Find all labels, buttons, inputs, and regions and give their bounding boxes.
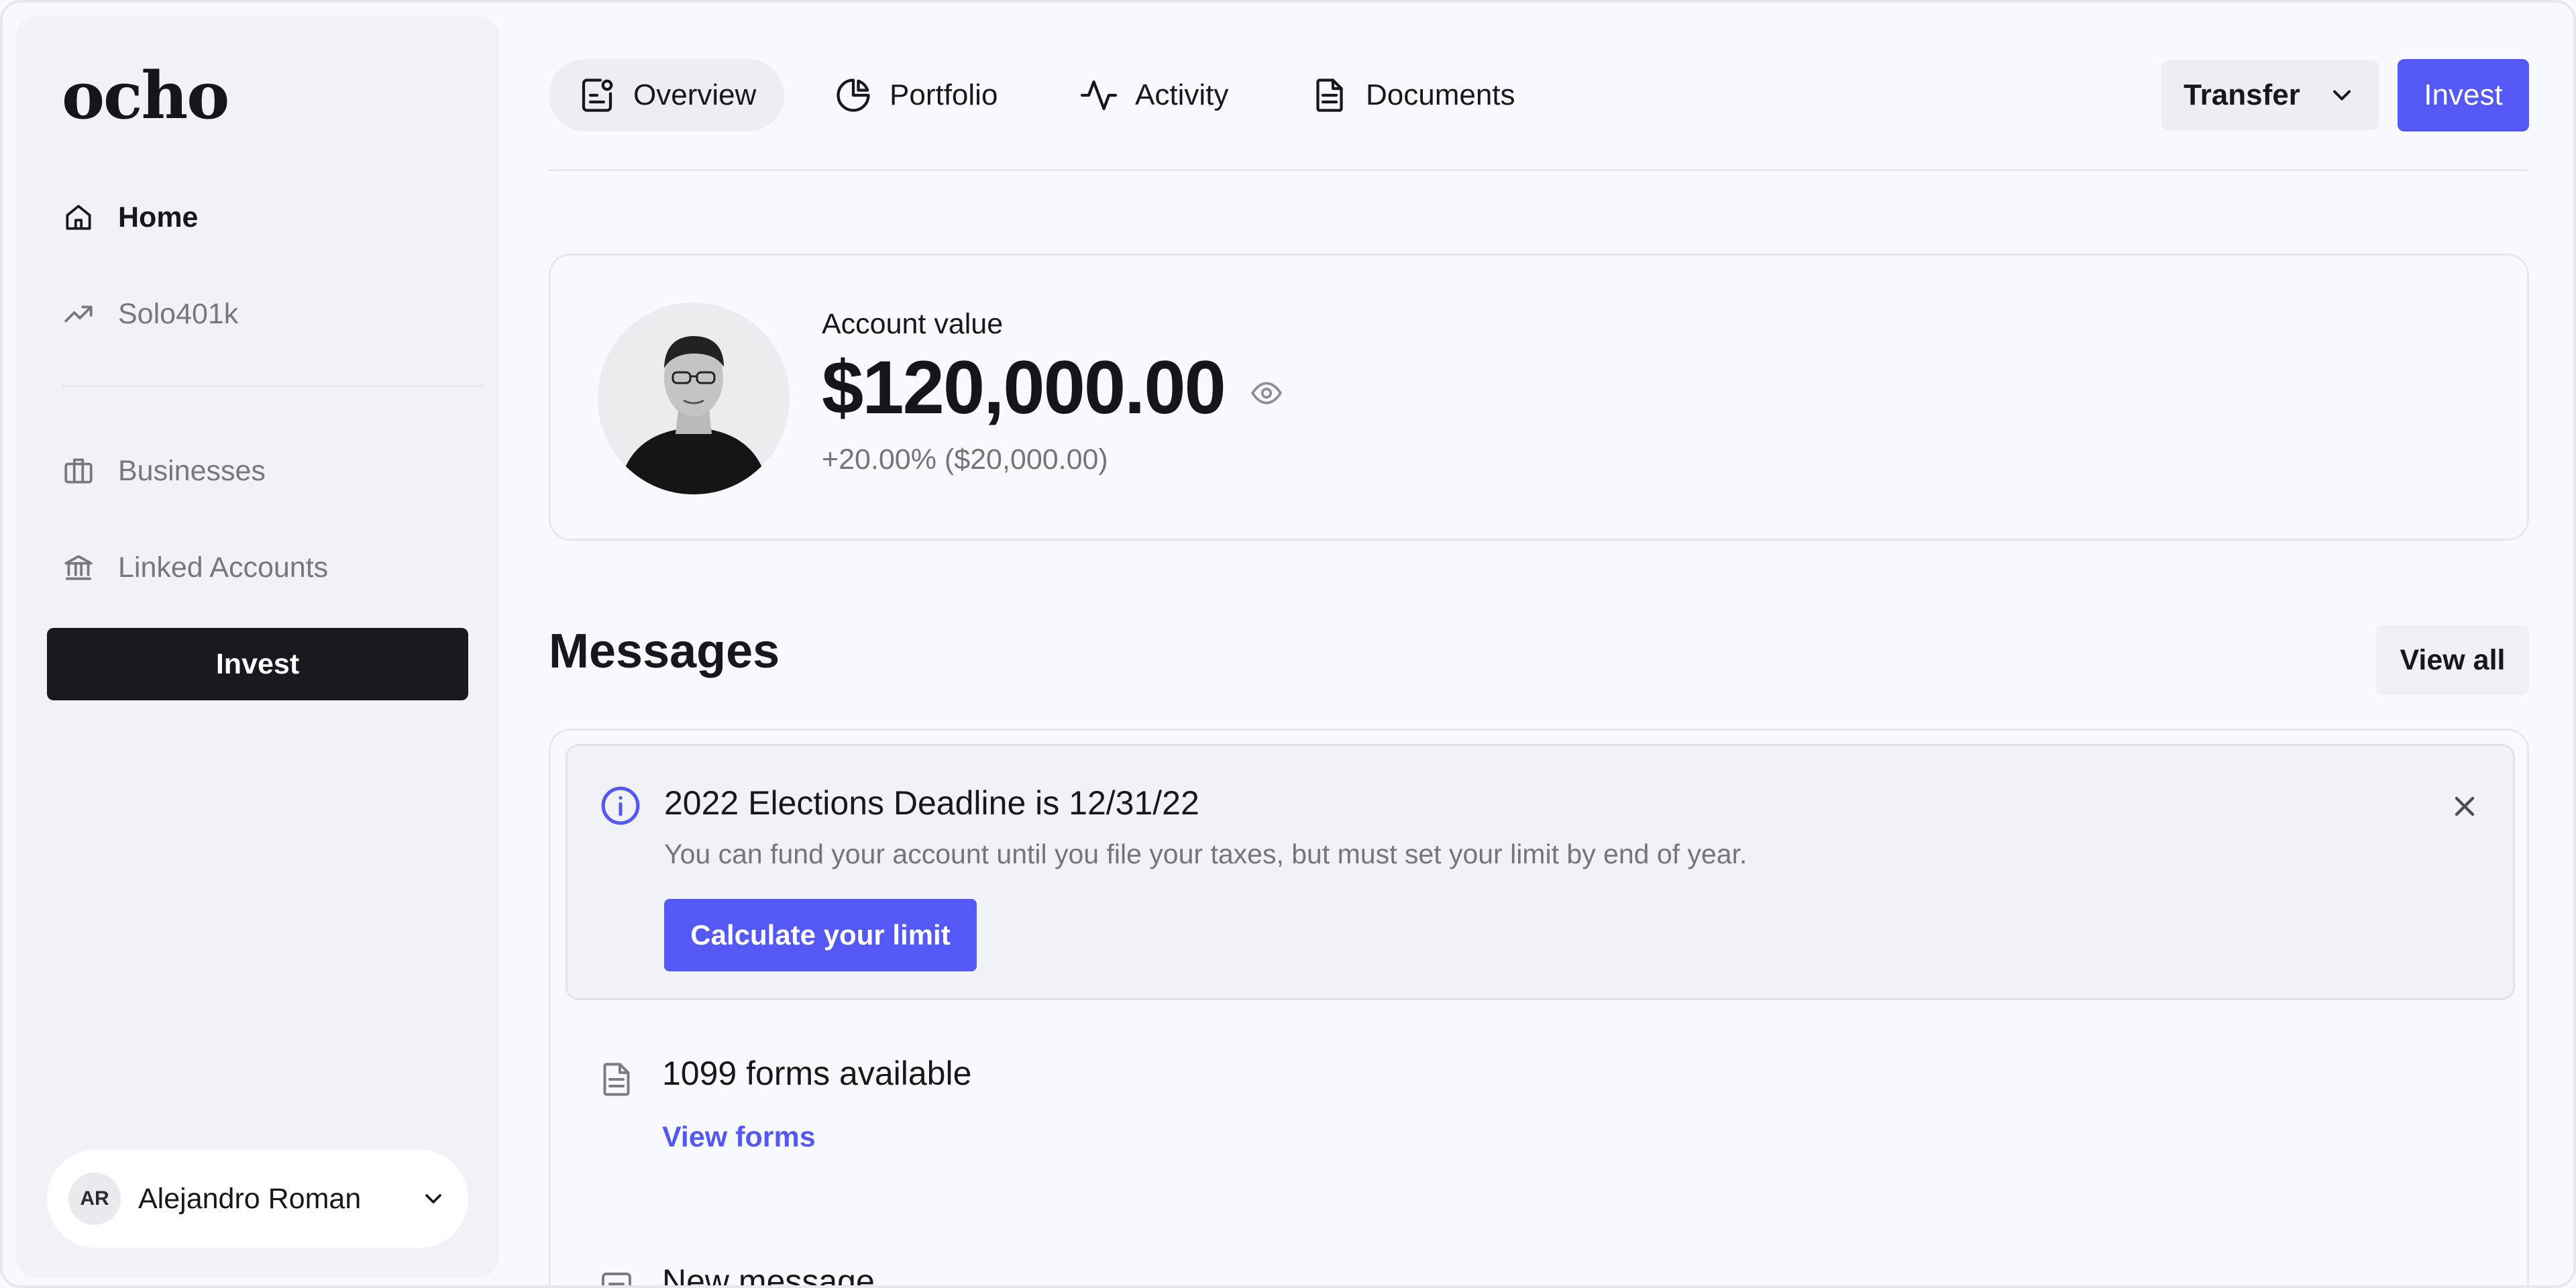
sidebar-item-label: Businesses — [118, 454, 266, 487]
tab-label: Documents — [1366, 78, 1515, 111]
avatar: AR — [68, 1173, 121, 1225]
close-icon[interactable] — [2449, 790, 2481, 822]
pie-chart-icon — [837, 78, 870, 112]
messages-title: Messages — [549, 625, 780, 678]
view-all-button[interactable]: View all — [2376, 625, 2529, 695]
message-alert: 2022 Elections Deadline is 12/31/22 You … — [566, 744, 2515, 1000]
user-name: Alejandro Roman — [138, 1182, 362, 1215]
message-text: You can fund your account until you file… — [664, 839, 1748, 869]
document-icon — [1316, 78, 1343, 112]
tab-label: Activity — [1135, 78, 1229, 111]
sidebar-item-solo401k[interactable]: Solo401k — [62, 280, 478, 347]
bank-icon — [64, 555, 93, 580]
chevron-down-icon — [425, 1194, 441, 1203]
view-forms-link[interactable]: View forms — [662, 1121, 816, 1154]
info-icon — [601, 786, 640, 825]
message-title: 1099 forms available — [662, 1055, 972, 1092]
account-value: $120,000.00 — [822, 345, 1226, 429]
chevron-down-icon — [2332, 90, 2351, 101]
calculate-limit-button[interactable]: Calculate your limit — [664, 899, 977, 971]
tab-activity[interactable]: Activity — [1051, 59, 1256, 131]
sidebar-divider — [62, 385, 483, 387]
message-title: 2022 Elections Deadline is 12/31/22 — [664, 784, 1199, 822]
sidebar-item-linked-accounts[interactable]: Linked Accounts — [62, 534, 478, 601]
sidebar-invest-button[interactable]: Invest — [47, 628, 468, 700]
message-title: New message — [662, 1263, 875, 1288]
transfer-dropdown[interactable]: Transfer — [2161, 60, 2379, 130]
messages-panel: 2022 Elections Deadline is 12/31/22 You … — [549, 729, 2529, 1288]
invest-button[interactable]: Invest — [2398, 59, 2529, 131]
account-value-label: Account value — [822, 308, 1004, 340]
tab-label: Overview — [633, 78, 757, 111]
account-value-card: Account value $120,000.00 +20.00% ($20,0… — [549, 254, 2529, 541]
sidebar-item-home[interactable]: Home — [62, 184, 478, 251]
tab-overview[interactable]: Overview — [549, 59, 785, 131]
activity-icon — [1080, 80, 1118, 111]
app-window: ocho Home Solo401k Businesses Linked Acc… — [0, 0, 2576, 1288]
document-icon — [603, 1063, 630, 1096]
portrait-image — [598, 303, 790, 494]
message-icon — [602, 1273, 631, 1285]
header-divider — [549, 169, 2529, 171]
transfer-label: Transfer — [2184, 78, 2300, 111]
sidebar-item-businesses[interactable]: Businesses — [62, 437, 478, 504]
sidebar-item-label: Home — [118, 201, 199, 233]
user-portrait — [598, 303, 790, 494]
briefcase-icon — [64, 458, 93, 484]
trending-up-icon — [64, 305, 93, 323]
home-icon — [66, 205, 91, 230]
tab-portfolio[interactable]: Portfolio — [805, 59, 1026, 131]
overview-icon — [582, 78, 613, 112]
tab-label: Portfolio — [890, 78, 998, 111]
sidebar-item-label: Solo401k — [118, 297, 239, 330]
account-change: +20.00% ($20,000.00) — [822, 443, 1108, 476]
tab-documents[interactable]: Documents — [1281, 59, 1544, 131]
eye-icon[interactable] — [1250, 376, 1283, 410]
ocho-logo[interactable]: ocho — [62, 58, 229, 133]
sidebar-item-label: Linked Accounts — [118, 551, 329, 584]
sidebar: ocho Home Solo401k Businesses Linked Acc… — [16, 16, 499, 1277]
user-menu[interactable]: AR Alejandro Roman — [47, 1150, 468, 1248]
